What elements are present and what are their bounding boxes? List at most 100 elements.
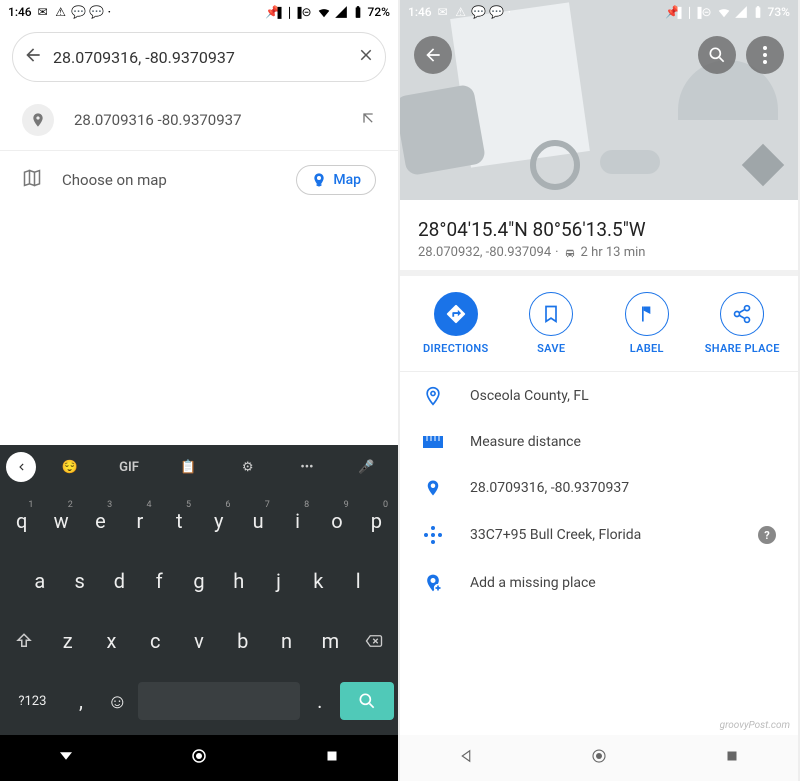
label-action[interactable]: LABEL — [602, 292, 692, 355]
key-y[interactable]: y6 — [201, 498, 236, 544]
space-key[interactable] — [138, 682, 300, 720]
info-coords[interactable]: 28.0709316, -80.9370937 — [400, 464, 798, 512]
more-icon[interactable]: ••• — [281, 460, 332, 475]
warning-icon: ⚠ — [54, 5, 68, 19]
key-x[interactable]: x — [92, 618, 132, 664]
plus-code-icon — [422, 526, 444, 544]
key-p[interactable]: p0 — [359, 498, 394, 544]
nav-bar — [400, 735, 798, 781]
clear-icon[interactable] — [357, 46, 375, 68]
nav-back-icon[interactable] — [457, 747, 475, 769]
key-n[interactable]: n — [267, 618, 307, 664]
key-e[interactable]: e3 — [83, 498, 118, 544]
insert-arrow-icon[interactable] — [360, 110, 376, 130]
phone-right-place-details: 1:46 ✉ ⚠ 💬 💬 · 📌 ❚❘❚ ⊝ 73% — [400, 0, 800, 781]
key-w[interactable]: w2 — [43, 498, 78, 544]
directions-action[interactable]: DIRECTIONS — [411, 292, 501, 355]
mail-icon: ✉ — [36, 5, 50, 19]
back-button[interactable] — [414, 36, 452, 74]
suggestion-row[interactable]: 28.0709316 -80.9370937 — [0, 90, 398, 150]
info-add-place-text: Add a missing place — [470, 575, 776, 591]
car-icon — [563, 246, 577, 260]
symbols-key[interactable]: ?123 — [4, 678, 61, 724]
key-j[interactable]: j — [261, 558, 297, 604]
shift-key[interactable] — [4, 618, 44, 664]
save-label: SAVE — [537, 342, 565, 355]
battery-percent: 73% — [768, 5, 790, 19]
key-r[interactable]: r4 — [122, 498, 157, 544]
help-icon[interactable]: ? — [758, 526, 776, 544]
search-key[interactable] — [340, 682, 394, 720]
nav-back-icon[interactable] — [57, 747, 75, 769]
chat-icon: 💬 — [72, 5, 86, 19]
mic-icon[interactable]: 🎤 — [341, 460, 392, 475]
phone-left-search-screen: 1:46 ✉ ⚠ 💬 💬 · 📌 ❚❘❚ ⊝ 72% 28.0709316 -8… — [0, 0, 400, 781]
nav-home-icon[interactable] — [590, 747, 608, 769]
action-row: DIRECTIONS SAVE LABEL SHARE PLACE — [400, 276, 798, 372]
location-pin-icon — [422, 386, 444, 406]
key-s[interactable]: s — [62, 558, 98, 604]
search-input[interactable] — [53, 48, 347, 67]
info-add-place[interactable]: Add a missing place — [400, 558, 798, 608]
key-h[interactable]: h — [221, 558, 257, 604]
place-title: 28°04'15.4"N 80°56'13.5"W — [418, 218, 780, 241]
key-u[interactable]: u7 — [240, 498, 275, 544]
location-pin-icon — [22, 104, 54, 136]
search-button[interactable] — [698, 36, 736, 74]
info-location[interactable]: Osceola County, FL — [400, 372, 798, 420]
pin-filled-icon — [422, 478, 444, 498]
spacer — [400, 608, 798, 735]
label-label: LABEL — [630, 342, 664, 355]
key-t[interactable]: t5 — [162, 498, 197, 544]
key-i[interactable]: i8 — [280, 498, 315, 544]
emoji-key[interactable]: ☺ — [101, 678, 133, 724]
sticker-icon[interactable]: 😌 — [44, 460, 95, 475]
clipboard-icon[interactable]: 📋 — [163, 460, 214, 475]
key-l[interactable]: l — [340, 558, 376, 604]
info-coords-text: 28.0709316, -80.9370937 — [470, 480, 776, 496]
share-action[interactable]: SHARE PLACE — [697, 292, 787, 355]
key-a[interactable]: a — [22, 558, 58, 604]
info-pluscode-text: 33C7+95 Bull Creek, Florida — [470, 527, 732, 543]
key-b[interactable]: b — [223, 618, 263, 664]
key-k[interactable]: k — [300, 558, 336, 604]
info-measure[interactable]: Measure distance — [400, 420, 798, 464]
map-button[interactable]: Map — [296, 165, 376, 195]
battery-icon — [751, 5, 765, 19]
hero-image: 1:46 ✉ ⚠ 💬 💬 · 📌 ❚❘❚ ⊝ 73% — [400, 0, 798, 200]
nav-bar — [0, 735, 398, 781]
key-f[interactable]: f — [141, 558, 177, 604]
nav-home-icon[interactable] — [190, 747, 208, 769]
back-icon[interactable] — [23, 45, 43, 69]
key-v[interactable]: v — [179, 618, 219, 664]
save-action[interactable]: SAVE — [506, 292, 596, 355]
key-o[interactable]: o9 — [319, 498, 354, 544]
dnd-icon: ⊝ — [300, 5, 314, 19]
keyboard-collapse-icon[interactable] — [6, 452, 36, 482]
choose-on-map-row[interactable]: Choose on map Map — [0, 151, 398, 209]
nav-recent-icon[interactable] — [723, 747, 741, 769]
settings-icon[interactable]: ⚙ — [222, 460, 273, 475]
comma-key[interactable]: , — [65, 678, 97, 724]
more-button[interactable] — [746, 36, 784, 74]
signal-icon — [734, 5, 748, 19]
keyboard[interactable]: 😌 GIF 📋 ⚙ ••• 🎤 q1w2e3r4t5y6u7i8o9p0 asd… — [0, 445, 398, 735]
battery-icon — [351, 5, 365, 19]
key-q[interactable]: q1 — [4, 498, 39, 544]
nav-recent-icon[interactable] — [323, 747, 341, 769]
search-box[interactable] — [12, 32, 386, 82]
map-button-label: Map — [333, 172, 361, 188]
vibrate-icon: ❚❘❚ — [683, 5, 697, 19]
info-location-text: Osceola County, FL — [470, 388, 776, 404]
status-bar: 1:46 ✉ ⚠ 💬 💬 · 📌 ❚❘❚ ⊝ 73% — [400, 0, 798, 24]
share-label: SHARE PLACE — [705, 342, 780, 355]
key-c[interactable]: c — [135, 618, 175, 664]
gif-label[interactable]: GIF — [103, 460, 154, 475]
key-z[interactable]: z — [48, 618, 88, 664]
key-g[interactable]: g — [181, 558, 217, 604]
key-m[interactable]: m — [310, 618, 350, 664]
period-key[interactable]: . — [304, 678, 336, 724]
info-pluscode[interactable]: 33C7+95 Bull Creek, Florida ? — [400, 512, 798, 558]
key-d[interactable]: d — [102, 558, 138, 604]
backspace-key[interactable] — [354, 618, 394, 664]
